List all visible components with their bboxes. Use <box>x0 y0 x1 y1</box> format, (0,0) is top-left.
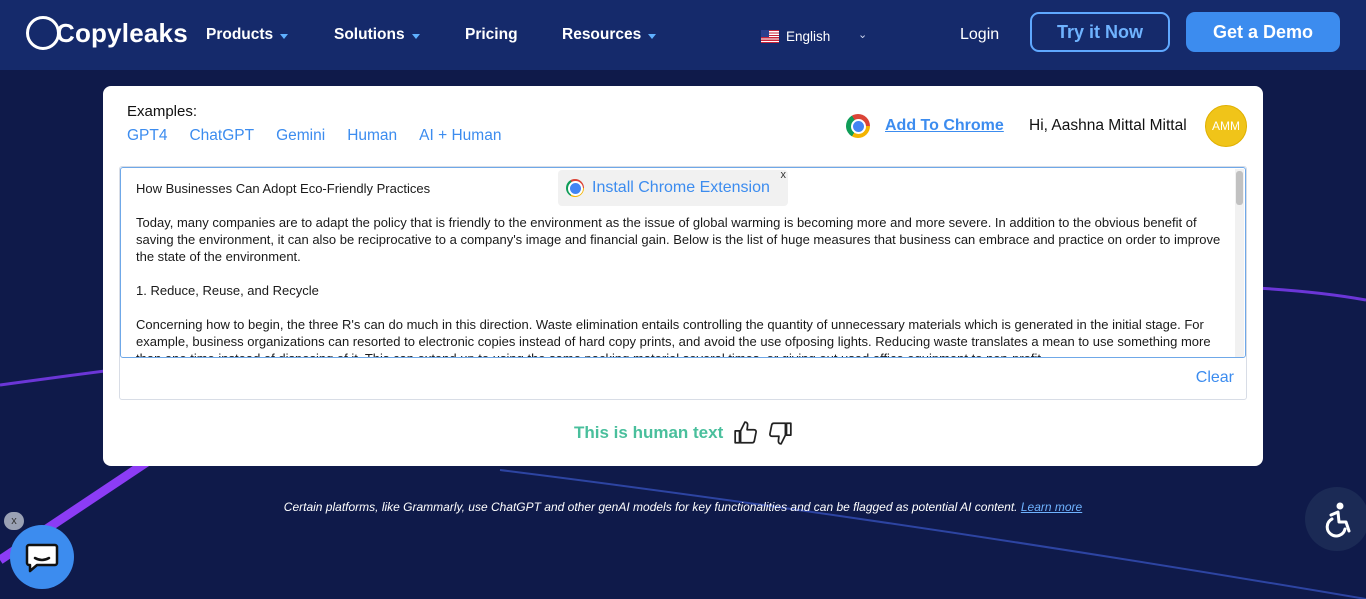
ai-content-notice: Certain platforms, like Grammarly, use C… <box>0 500 1366 514</box>
chrome-icon <box>566 179 584 197</box>
chrome-icon <box>846 114 870 138</box>
nav-resources[interactable]: Resources <box>562 26 657 44</box>
examples-label: Examples: <box>127 103 198 120</box>
caret-down-icon <box>648 33 657 39</box>
scrollbar-thumb[interactable] <box>1236 171 1243 205</box>
detector-card: Examples: GPT4 ChatGPT Gemini Human AI +… <box>103 86 1263 466</box>
example-chatgpt[interactable]: ChatGPT <box>189 127 254 145</box>
nav-solutions-label: Solutions <box>334 26 405 43</box>
example-gemini[interactable]: Gemini <box>276 127 325 145</box>
nav-products[interactable]: Products <box>206 26 289 44</box>
caret-down-icon <box>411 33 420 39</box>
logo-ring-icon <box>26 16 60 50</box>
accessibility-icon <box>1325 502 1351 538</box>
examples-list: GPT4 ChatGPT Gemini Human AI + Human <box>127 127 501 145</box>
nav-pricing-label: Pricing <box>465 26 518 43</box>
chevron-down-icon[interactable]: ⌄ <box>858 28 867 41</box>
example-human[interactable]: Human <box>347 127 397 145</box>
clear-button[interactable]: Clear <box>1196 369 1234 387</box>
learn-more-link[interactable]: Learn more <box>1021 500 1082 514</box>
chat-bubble-icon <box>25 543 59 573</box>
accessibility-button[interactable] <box>1305 487 1366 551</box>
get-a-demo-button[interactable]: Get a Demo <box>1186 12 1340 52</box>
logo-text: Copyleaks <box>56 17 188 48</box>
thumbs-up-icon[interactable] <box>733 420 759 446</box>
close-icon[interactable]: x <box>781 169 787 181</box>
install-extension-label: Install Chrome Extension <box>592 179 770 196</box>
copyleaks-logo[interactable]: Copyleaks <box>26 15 188 51</box>
example-gpt4[interactable]: GPT4 <box>127 127 167 145</box>
caret-down-icon <box>280 33 289 39</box>
text-scrollbar[interactable] <box>1235 169 1244 357</box>
nav-solutions[interactable]: Solutions <box>334 26 420 44</box>
text-paragraph: 1. Reduce, Reuse, and Recycle <box>136 283 319 298</box>
nav-pricing[interactable]: Pricing <box>465 26 518 44</box>
us-flag-icon <box>761 30 779 43</box>
nav-products-label: Products <box>206 26 274 43</box>
install-extension-popup[interactable]: Install Chrome Extension x <box>558 169 788 206</box>
nav-resources-label: Resources <box>562 26 642 43</box>
example-ai-human[interactable]: AI + Human <box>419 127 501 145</box>
language-label: English <box>786 29 831 44</box>
result-text: This is human text <box>574 423 724 442</box>
chat-close-button[interactable]: x <box>4 512 24 530</box>
user-greeting: Hi, Aashna Mittal Mittal <box>1029 117 1187 134</box>
avatar[interactable]: AMM <box>1205 105 1247 147</box>
add-to-chrome-link[interactable]: Add To Chrome <box>885 117 1004 135</box>
text-paragraph: Concerning how to begin, the three R's c… <box>136 317 1211 357</box>
chat-button[interactable] <box>10 525 74 589</box>
thumbs-down-icon[interactable] <box>767 420 793 446</box>
try-it-now-button[interactable]: Try it Now <box>1030 12 1170 52</box>
top-navigation: Copyleaks Products Solutions Pricing Res… <box>0 0 1366 70</box>
language-selector[interactable]: English <box>761 29 830 44</box>
login-link[interactable]: Login <box>960 26 999 44</box>
notice-text: Certain platforms, like Grammarly, use C… <box>283 500 1018 514</box>
text-paragraph: Today, many companies are to adapt the p… <box>136 215 1221 264</box>
